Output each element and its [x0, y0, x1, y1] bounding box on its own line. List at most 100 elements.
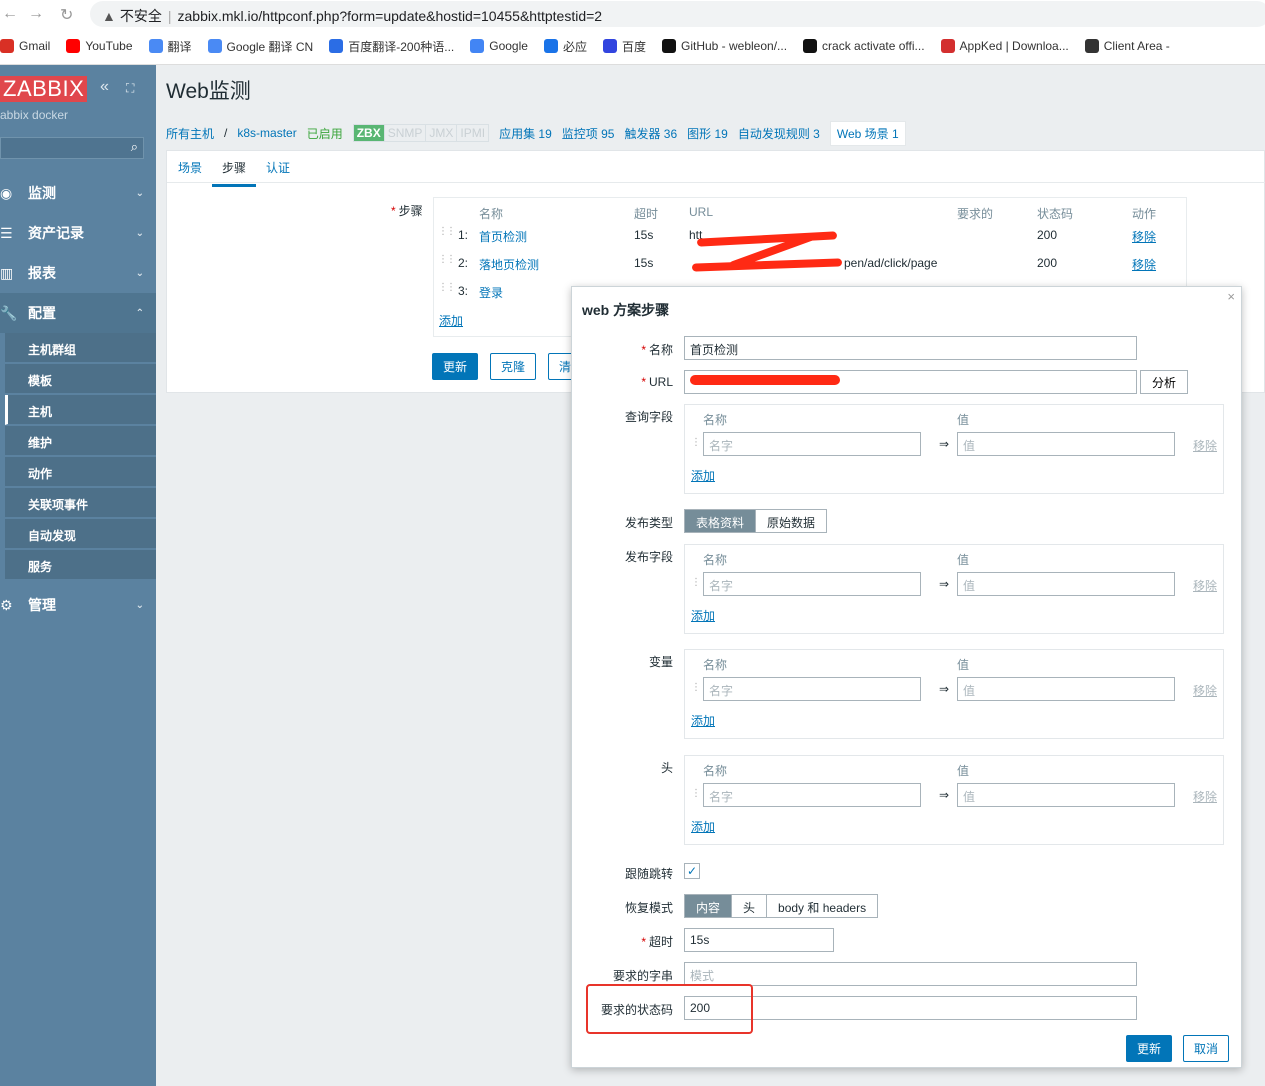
field-value-input[interactable]: 值 [957, 783, 1175, 807]
col-action: 动作 [1132, 207, 1157, 221]
forward-icon[interactable]: → [28, 5, 44, 23]
retrieve-body[interactable]: 内容 [685, 895, 732, 917]
field-value-input[interactable]: 值 [957, 677, 1175, 701]
remove-field-link[interactable]: 移除 [1193, 437, 1217, 454]
page-header: Web监测 [156, 65, 1265, 115]
retrieve-both[interactable]: body 和 headers [766, 895, 877, 917]
sidebar-menu-3[interactable]: 🔧 配置 ⌃ [0, 293, 156, 333]
add-field-link[interactable]: 添加 [691, 467, 715, 484]
remove-field-link[interactable]: 移除 [1193, 788, 1217, 805]
drag-handle-icon[interactable]: ⋮⋮ [438, 226, 456, 237]
parse-button[interactable]: 分析 [1140, 370, 1188, 394]
step-name-link[interactable]: 首页检测 [479, 228, 527, 245]
bookmark[interactable]: YouTube [66, 39, 133, 53]
remove-field-link[interactable]: 移除 [1193, 682, 1217, 699]
sidebar-subitem[interactable]: 主机群组 [5, 333, 156, 363]
bookmark[interactable]: Google 翻译 CN [207, 38, 313, 55]
step-name-link[interactable]: 登录 [479, 284, 503, 301]
bookmark[interactable]: Google [470, 39, 528, 53]
search-icon: ⌕ [130, 139, 138, 154]
add-field-link[interactable]: 添加 [691, 607, 715, 624]
add-field-link[interactable]: 添加 [691, 712, 715, 729]
step-status-code: 200 [1037, 228, 1058, 242]
sidebar-subitem[interactable]: 维护 [5, 426, 156, 456]
field-value-input[interactable]: 值 [957, 572, 1175, 596]
link-graphs[interactable]: 图形 19 [687, 125, 728, 142]
clone-button[interactable]: 克隆 [490, 353, 537, 380]
link-discovery[interactable]: 自动发现规则 3 [738, 125, 820, 142]
sidebar-menu-1[interactable]: ☰ 资产记录 ⌄ [0, 213, 156, 253]
post-type-raw[interactable]: 原始数据 [755, 510, 826, 532]
add-field-link[interactable]: 添加 [691, 818, 715, 835]
menu-label: 管理 [28, 597, 56, 613]
required-string-input[interactable]: 模式 [684, 962, 1137, 986]
sidebar-subitem[interactable]: 自动发现 [5, 519, 156, 549]
bookmark[interactable]: Gmail [0, 39, 50, 53]
address-bar[interactable]: ▲ 不安全 | zabbix.mkl.io/httpconf.php?form=upd… [90, 1, 1265, 27]
bookmark[interactable]: crack activate offi... [803, 39, 925, 53]
breadcrumb-host[interactable]: k8s-master [237, 126, 296, 140]
timeout-input[interactable]: 15s [684, 928, 834, 952]
dialog-update-button[interactable]: 更新 [1126, 1035, 1173, 1062]
sidebar-subitem[interactable]: 服务 [5, 550, 156, 580]
post-type-form[interactable]: 表格资料 [685, 510, 756, 532]
col-name: 名称 [703, 658, 728, 672]
bookmark[interactable]: 必应 [543, 38, 587, 55]
sidebar-subitem[interactable]: 主机 [5, 395, 156, 425]
follow-redirects-checkbox[interactable]: ✓ [684, 863, 700, 879]
link-web-scenarios[interactable]: Web 场景 1 [829, 120, 906, 146]
add-step-link[interactable]: 添加 [439, 312, 463, 329]
sidebar-subitem[interactable]: 关联项事件 [5, 488, 156, 518]
field-value-input[interactable]: 值 [957, 432, 1175, 456]
close-icon[interactable]: × [1227, 289, 1235, 304]
bookmark[interactable]: 百度翻译-200种语... [329, 38, 454, 55]
field-name-input[interactable]: 名字 [703, 783, 921, 807]
github-icon [803, 39, 818, 53]
variables-table: 名称 值 ⋮⋮ 名字 ⇒ 值 移除 添加 [684, 649, 1224, 739]
col-url: URL [689, 205, 714, 219]
sidebar-menu-2[interactable]: ▥ 报表 ⌄ [0, 253, 156, 293]
tab-auth[interactable]: 认证 [266, 159, 290, 176]
dialog-cancel-button[interactable]: 取消 [1183, 1035, 1230, 1062]
drag-handle-icon[interactable]: ⋮⋮ [438, 282, 456, 293]
bookmark-label: YouTube [85, 39, 133, 53]
arrow-right-icon: ⇒ [939, 682, 950, 696]
sidebar: ZABBIX « ⛶ abbix docker ⌕ ◉ 监测 ⌄ ☰ 资产记录 ⌄ ▥ 报表 ⌄… [0, 65, 156, 1086]
update-button[interactable]: 更新 [432, 353, 479, 380]
bookmark-label: 百度 [621, 39, 646, 54]
sidebar-subitem[interactable]: 模板 [5, 364, 156, 394]
bookmark[interactable]: 翻译 [148, 38, 192, 55]
bookmark[interactable]: GitHub - webleon/... [661, 39, 787, 53]
name-input[interactable]: 首页检测 [684, 336, 1137, 360]
drag-handle-icon[interactable]: ⋮⋮ [438, 254, 456, 265]
field-name-input[interactable]: 名字 [703, 572, 921, 596]
link-applications[interactable]: 应用集 19 [499, 125, 552, 142]
bookmark[interactable]: Client Area - [1084, 39, 1170, 53]
sidebar-subitem[interactable]: 动作 [5, 457, 156, 487]
kiosk-icon[interactable]: ⛶ [126, 81, 134, 96]
sidebar-menu-0[interactable]: ◉ 监测 ⌄ [0, 173, 156, 213]
zabbix-logo[interactable]: ZABBIX [0, 76, 88, 102]
menu-label: 配置 [28, 305, 56, 321]
breadcrumb-all-hosts[interactable]: 所有主机 [166, 125, 214, 142]
field-name-input[interactable]: 名字 [703, 677, 921, 701]
link-triggers[interactable]: 触发器 36 [624, 125, 677, 142]
sidebar-search-input[interactable]: ⌕ [0, 137, 144, 159]
sidebar-menu-4[interactable]: ⚙ 管理 ⌄ [0, 585, 156, 625]
tab-bar: 场景 步骤 认证 [167, 151, 1265, 187]
bookmark[interactable]: 百度 [602, 38, 646, 55]
retrieve-headers[interactable]: 头 [731, 895, 766, 917]
field-name-input[interactable]: 名字 [703, 432, 921, 456]
back-icon[interactable]: ← [2, 5, 18, 23]
google-translate-icon [148, 39, 163, 53]
remove-field-link[interactable]: 移除 [1193, 577, 1217, 594]
remove-step-link[interactable]: 移除 [1132, 256, 1156, 273]
step-name-link[interactable]: 落地页检测 [479, 256, 539, 273]
remove-step-link[interactable]: 移除 [1132, 228, 1156, 245]
tab-steps[interactable]: 步骤 [212, 159, 257, 187]
tab-scenario[interactable]: 场景 [178, 159, 202, 176]
collapse-icon[interactable]: « [100, 78, 109, 96]
bookmark[interactable]: AppKed | Downloa... [940, 39, 1069, 53]
reload-icon[interactable]: ↻ [60, 5, 73, 25]
link-items[interactable]: 监控项 95 [562, 125, 615, 142]
